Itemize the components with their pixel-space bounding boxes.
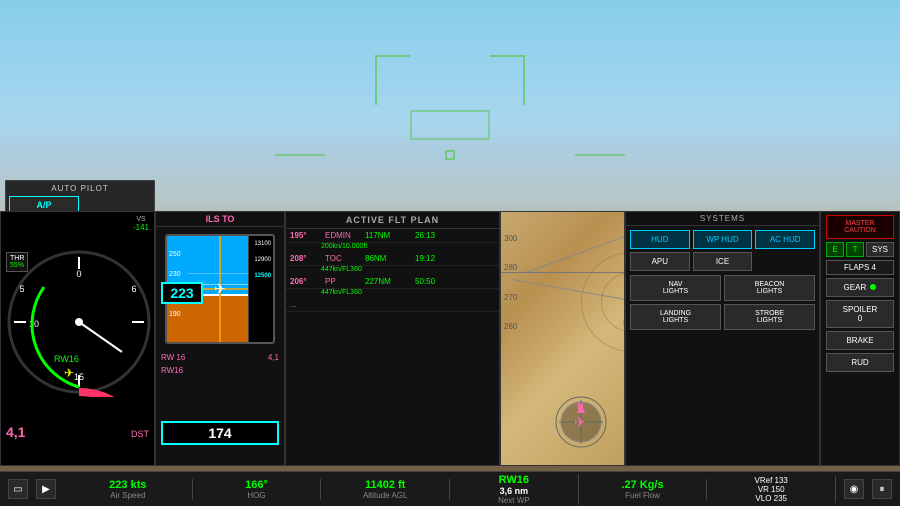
fpl-sub-1: 200kn/10.000ft [286, 243, 499, 250]
ap-title: AUTO PILOT [9, 184, 151, 193]
instruments-bar: VS -141 THR 55% 0 15 [0, 211, 900, 471]
ils-readout2: RW16 [156, 364, 284, 377]
svg-text:10: 10 [28, 319, 38, 329]
wp-hud-button[interactable]: WP HUD [693, 230, 753, 249]
status-bar: ▭ ▶ 223 kts Air Speed 166° HOG 11402 ft … [0, 471, 900, 506]
strobe-lights-button[interactable]: STROBE LIGHTS [724, 304, 815, 330]
svg-text:6: 6 [131, 284, 136, 294]
svg-text:15: 15 [73, 372, 83, 382]
ils-panel: ILS TO ✈ 250 230 210 190 [155, 211, 285, 466]
globe-icon[interactable]: ◉ [844, 479, 864, 499]
hud-bracket-tr [490, 55, 525, 105]
airspeed-display: 223 kts Air Speed [64, 479, 193, 500]
fpl-row-2: 208° TOC 86NM 19:12 [286, 252, 499, 266]
vref-display: VRef 133 VR 150 VLO 235 [707, 476, 836, 503]
asi-panel: VS -141 THR 55% 0 15 [0, 211, 155, 466]
gear-indicator-dot [870, 284, 876, 290]
svg-text:✈: ✈ [574, 414, 586, 430]
fpl-panel: ACTIVE FLT PLAN 195° EDMIN 117NM 26:13 2… [285, 211, 500, 466]
hud-reticle [410, 110, 490, 140]
asi-bottom: 4,1 DST [6, 424, 149, 440]
gear-button[interactable]: GEAR [826, 278, 894, 297]
ils-hdg-value: 174 [161, 421, 279, 445]
e-label[interactable]: E [826, 242, 844, 257]
systems-panel: SYSTEMS HUD WP HUD AC HUD APU ICE NAV LI… [625, 211, 820, 466]
hud-horizon-left [275, 154, 325, 156]
fpl-sub-3: 447kn/FL360 [286, 289, 499, 296]
heading-display: 166° HOG [193, 479, 322, 500]
master-caution: MASTER CAUTION [826, 215, 894, 239]
hud-bracket-tl [375, 55, 410, 105]
hud-horizon-right [575, 154, 625, 156]
fpl-sub-2: 447kn/FL360 [286, 266, 499, 273]
t-label[interactable]: T [846, 242, 864, 257]
toolbar-left: ▭ ▶ [0, 479, 64, 499]
nav-lights-button[interactable]: NAV LIGHTS [630, 275, 721, 301]
toolbar-right: ◉ ⏸ [836, 479, 900, 499]
beacon-lights-button[interactable]: BEACON LIGHTS [724, 275, 815, 301]
map-panel: 300 280 270 260 ⊕ N ✈ [500, 211, 625, 466]
ils-title: ILS TO [156, 212, 284, 227]
spoiler-button[interactable]: SPOILER 0 [826, 300, 894, 328]
ice-button[interactable]: ICE [693, 252, 753, 271]
landing-lights-button[interactable]: LANDING LIGHTS [630, 304, 721, 330]
screen-icon[interactable]: ▭ [8, 479, 28, 499]
fpl-row-1: 195° EDMIN 117NM 26:13 [286, 229, 499, 243]
fpl-row-4: ... [286, 298, 499, 312]
fpl-title: ACTIVE FLT PLAN [286, 212, 499, 229]
right-panel: MASTER CAUTION E T SYS FLAPS 4 GEAR SPOI… [820, 211, 900, 466]
flaps-indicator: FLAPS 4 [826, 260, 894, 275]
svg-text:RW16: RW16 [54, 354, 79, 364]
hud-overlay [275, 55, 625, 160]
sys-button[interactable]: SYS [866, 242, 894, 257]
svg-text:0: 0 [76, 269, 81, 279]
rud-button[interactable]: RUD [826, 353, 894, 372]
svg-text:5: 5 [19, 284, 24, 294]
ils-alt-value: 223 [161, 282, 203, 304]
systems-grid: HUD WP HUD AC HUD APU ICE [626, 226, 819, 275]
ils-readout: RW 16 4,1 [156, 351, 284, 364]
hud-button[interactable]: HUD [630, 230, 690, 249]
et-row: E T SYS [826, 242, 894, 257]
fpl-row-3: 206° PP 227NM 50:50 [286, 275, 499, 289]
waypoint-display: RW16 3,6 nm Next WP [450, 474, 579, 505]
fuel-display: .27 Kg/s Fuel Flow [579, 479, 708, 500]
video-icon[interactable]: ▶ [36, 479, 56, 499]
airspeed-gauge: 0 15 10 5 6 RW16 ✈ [1, 222, 156, 422]
map-compass-labels: 300 280 270 260 [504, 232, 517, 335]
brake-button[interactable]: BRAKE [826, 331, 894, 350]
lights-grid: NAV LIGHTS BEACON LIGHTS LANDING LIGHTS … [626, 275, 819, 334]
svg-text:✈: ✈ [64, 366, 74, 380]
map-compass-rose: N ✈ [554, 395, 609, 450]
hud-center-marker [445, 150, 455, 160]
ac-hud-button[interactable]: AC HUD [755, 230, 815, 249]
systems-title: SYSTEMS [626, 212, 819, 226]
apu-button[interactable]: APU [630, 252, 690, 271]
pause-icon[interactable]: ⏸ [872, 479, 892, 499]
altitude-display: 11402 ft Altitude AGL [321, 479, 450, 500]
